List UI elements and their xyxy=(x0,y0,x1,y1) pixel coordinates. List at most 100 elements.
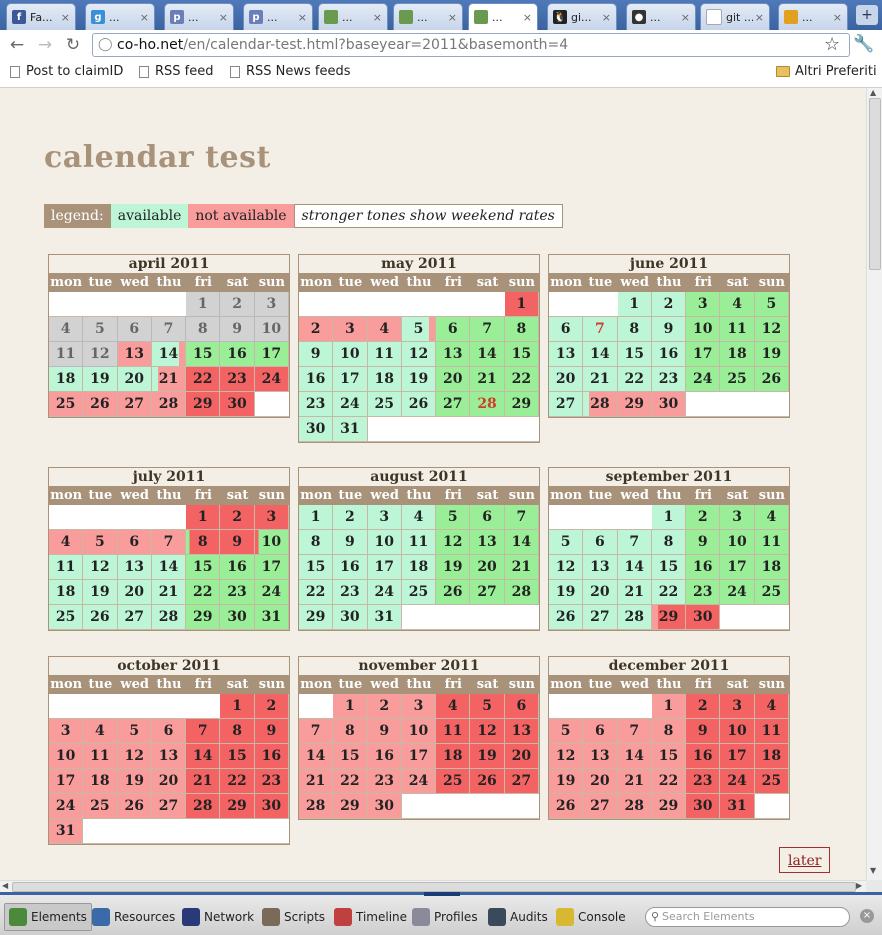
day-cell[interactable]: 15 xyxy=(651,555,687,580)
day-cell[interactable]: 1 xyxy=(186,505,221,530)
day-cell[interactable]: 7 xyxy=(470,317,505,342)
close-icon[interactable]: × xyxy=(140,11,149,24)
day-cell[interactable]: 30 xyxy=(686,605,721,630)
day-cell[interactable]: 29 xyxy=(504,392,539,417)
day-cell[interactable]: 9 xyxy=(220,317,255,342)
day-cell[interactable]: 23 xyxy=(220,367,255,392)
day-cell[interactable]: 14 xyxy=(617,555,652,580)
bookmark-rss-news-feeds[interactable]: RSS News feeds xyxy=(230,64,351,79)
day-cell[interactable]: 19 xyxy=(549,769,584,794)
day-cell[interactable]: 20 xyxy=(117,367,152,392)
day-cell[interactable]: 11 xyxy=(754,719,789,744)
day-cell[interactable]: 28 xyxy=(504,580,539,605)
day-cell[interactable]: 28 xyxy=(617,794,652,819)
tab-5[interactable]: ... × xyxy=(393,3,463,30)
tab-2[interactable]: p... × xyxy=(164,3,234,30)
day-cell[interactable]: 28 xyxy=(151,605,187,630)
day-cell[interactable]: 30 xyxy=(651,392,687,417)
day-cell[interactable]: 15 xyxy=(186,555,221,580)
day-cell[interactable]: 22 xyxy=(617,367,652,392)
day-cell[interactable]: 26 xyxy=(549,605,584,630)
day-cell[interactable]: 10 xyxy=(686,317,721,342)
day-cell[interactable]: 25 xyxy=(367,392,402,417)
day-cell[interactable]: 18 xyxy=(49,580,84,605)
day-cell[interactable]: 17 xyxy=(333,367,368,392)
day-cell[interactable]: 10 xyxy=(367,530,402,555)
day-cell[interactable]: 27 xyxy=(117,605,152,630)
devtools-tab-timeline[interactable]: Timeline xyxy=(330,903,411,931)
day-cell[interactable]: 2 xyxy=(254,694,289,719)
day-cell[interactable]: 26 xyxy=(436,580,471,605)
day-cell[interactable]: 22 xyxy=(651,769,687,794)
day-cell[interactable]: 11 xyxy=(754,530,789,555)
scroll-left-icon[interactable]: ◀ xyxy=(2,881,8,890)
day-cell[interactable]: 13 xyxy=(117,555,152,580)
devtools-tab-console[interactable]: Console xyxy=(552,903,630,931)
day-cell[interactable]: 4 xyxy=(49,317,84,342)
day-cell[interactable]: 27 xyxy=(549,392,584,417)
day-cell[interactable]: 27 xyxy=(583,605,618,630)
bookmark-post-to-claimid[interactable]: Post to claimID xyxy=(10,64,123,79)
day-cell[interactable]: 15 xyxy=(220,744,255,769)
day-cell[interactable]: 29 xyxy=(333,794,368,819)
day-cell[interactable]: 9 xyxy=(686,719,721,744)
day-cell[interactable]: 17 xyxy=(720,555,755,580)
day-cell[interactable]: 20 xyxy=(117,580,152,605)
day-cell[interactable]: 7 xyxy=(299,719,334,744)
day-cell[interactable]: 4 xyxy=(720,292,755,317)
day-cell[interactable]: 12 xyxy=(83,555,118,580)
tab-8[interactable]: ●... × xyxy=(626,3,696,30)
day-cell[interactable]: 11 xyxy=(367,342,402,367)
day-cell[interactable]: 12 xyxy=(549,744,584,769)
day-cell[interactable]: 25 xyxy=(49,605,84,630)
day-cell[interactable]: 17 xyxy=(720,744,755,769)
day-cell[interactable]: 31 xyxy=(49,819,84,844)
day-cell[interactable]: 12 xyxy=(83,342,118,367)
day-cell[interactable]: 1 xyxy=(186,292,221,317)
day-cell[interactable]: 26 xyxy=(549,794,584,819)
day-cell[interactable]: 8 xyxy=(333,719,368,744)
day-cell[interactable]: 9 xyxy=(220,530,255,555)
day-cell[interactable]: 24 xyxy=(686,367,721,392)
day-cell[interactable]: 17 xyxy=(401,744,437,769)
day-cell[interactable]: 14 xyxy=(299,744,334,769)
devtools-tab-audits[interactable]: Audits xyxy=(484,903,552,931)
day-cell[interactable]: 18 xyxy=(436,744,471,769)
day-cell[interactable]: 8 xyxy=(299,530,334,555)
day-cell[interactable]: 6 xyxy=(151,719,187,744)
scroll-right-icon[interactable]: ▶ xyxy=(856,881,862,890)
day-cell[interactable]: 30 xyxy=(254,794,289,819)
day-cell[interactable]: 4 xyxy=(49,530,84,555)
day-cell[interactable]: 15 xyxy=(333,744,368,769)
address-bar[interactable]: ◯ co-ho.net/en/calendar-test.html?baseye… xyxy=(92,33,850,57)
devtools-tab-resources[interactable]: Resources xyxy=(88,903,179,931)
devtools-tab-elements[interactable]: Elements xyxy=(4,903,92,931)
day-cell[interactable]: 20 xyxy=(583,580,618,605)
day-cell[interactable]: 4 xyxy=(367,317,402,342)
day-cell[interactable]: 24 xyxy=(367,580,402,605)
day-cell[interactable]: 19 xyxy=(470,744,505,769)
tab-0[interactable]: f Fa... × xyxy=(6,3,76,30)
day-cell[interactable]: 16 xyxy=(220,342,255,367)
day-cell[interactable]: 10 xyxy=(333,342,368,367)
day-cell[interactable]: 21 xyxy=(299,769,334,794)
day-cell[interactable]: 30 xyxy=(333,605,368,630)
day-cell[interactable]: 14 xyxy=(151,555,187,580)
day-cell[interactable]: 18 xyxy=(754,555,789,580)
tab-3[interactable]: p... × xyxy=(243,3,313,30)
devtools-tab-profiles[interactable]: Profiles xyxy=(408,903,482,931)
day-cell[interactable]: 15 xyxy=(651,744,687,769)
day-cell[interactable]: 22 xyxy=(220,769,255,794)
day-cell[interactable]: 24 xyxy=(333,392,368,417)
day-cell[interactable]: 23 xyxy=(651,367,687,392)
day-cell[interactable]: 24 xyxy=(720,580,755,605)
forward-button[interactable]: → xyxy=(34,34,56,56)
day-cell[interactable]: 23 xyxy=(254,769,289,794)
day-cell[interactable]: 17 xyxy=(367,555,402,580)
day-cell[interactable]: 10 xyxy=(401,719,437,744)
day-cell[interactable]: 27 xyxy=(583,794,618,819)
close-icon[interactable]: × xyxy=(523,11,532,24)
day-cell[interactable]: 12 xyxy=(754,317,789,342)
day-cell[interactable]: 27 xyxy=(470,580,505,605)
day-cell[interactable]: 21 xyxy=(186,769,221,794)
